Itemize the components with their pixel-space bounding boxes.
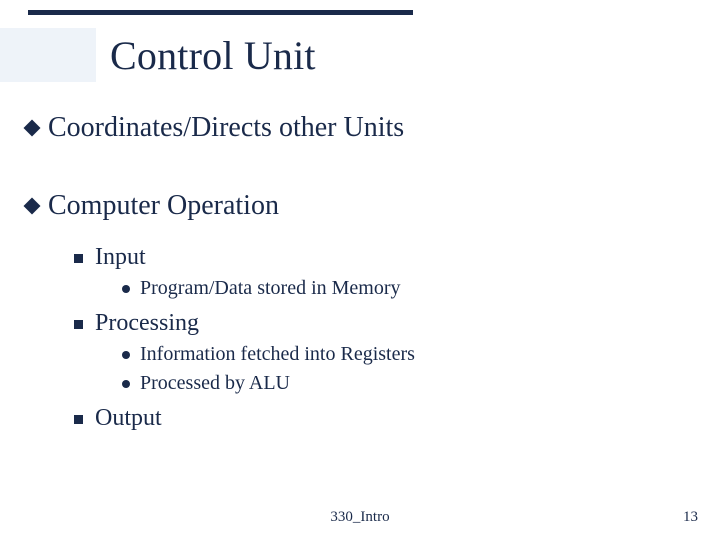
- bullet-l2: Processing: [74, 310, 694, 337]
- bullet-l3: Processed by ALU: [122, 372, 694, 395]
- dot-icon: [122, 285, 130, 293]
- slide-title: Control Unit: [110, 32, 316, 79]
- diamond-icon: [24, 120, 41, 137]
- bullet-text: Information fetched into Registers: [140, 343, 415, 366]
- bullet-l2: Input: [74, 244, 694, 271]
- square-icon: [74, 415, 83, 424]
- square-icon: [74, 254, 83, 263]
- top-rule: [28, 10, 413, 15]
- bullet-text: Program/Data stored in Memory: [140, 277, 401, 300]
- bullet-l1: Coordinates/Directs other Units: [26, 112, 694, 144]
- bullet-text: Processing: [95, 310, 199, 337]
- bullet-text: Input: [95, 244, 146, 271]
- bullet-text: Computer Operation: [48, 190, 279, 222]
- bullet-l2: Output: [74, 405, 694, 432]
- title-block: Control Unit: [0, 28, 316, 82]
- footer-page-number: 13: [683, 509, 698, 526]
- bullet-text: Processed by ALU: [140, 372, 290, 395]
- bullet-text: Output: [95, 405, 162, 432]
- diamond-icon: [24, 198, 41, 215]
- square-icon: [74, 320, 83, 329]
- footer-center: 330_Intro: [0, 509, 720, 526]
- dot-icon: [122, 351, 130, 359]
- title-accent: [0, 28, 96, 82]
- bullet-l3: Program/Data stored in Memory: [122, 277, 694, 300]
- bullet-l1: Computer Operation: [26, 190, 694, 222]
- bullet-text: Coordinates/Directs other Units: [48, 112, 404, 144]
- dot-icon: [122, 380, 130, 388]
- content-area: Coordinates/Directs other Units Computer…: [26, 112, 694, 436]
- bullet-l3: Information fetched into Registers: [122, 343, 694, 366]
